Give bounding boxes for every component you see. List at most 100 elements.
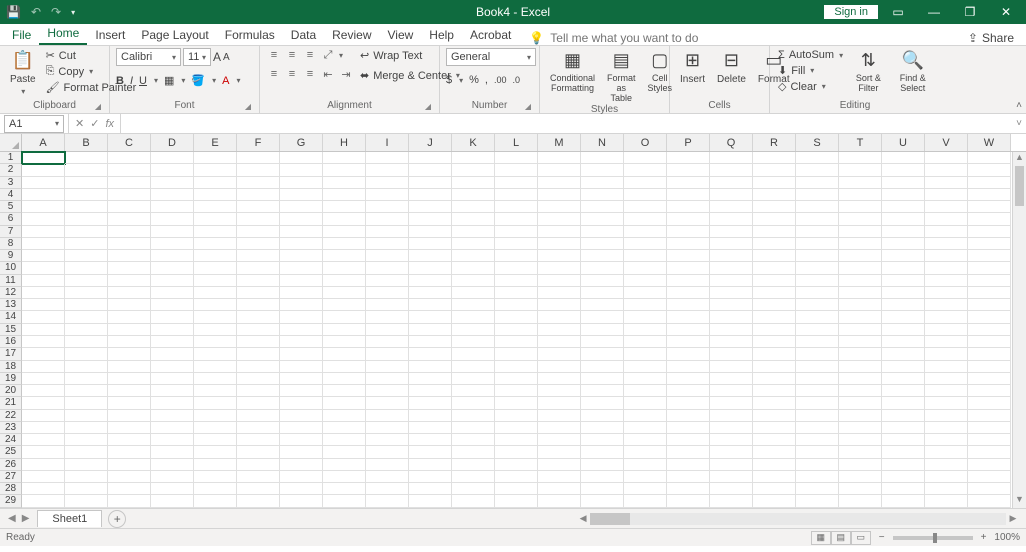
cell[interactable] xyxy=(882,348,925,360)
cell[interactable] xyxy=(409,238,452,250)
cell[interactable] xyxy=(151,459,194,471)
cell[interactable] xyxy=(882,324,925,336)
cell[interactable] xyxy=(796,226,839,238)
cell[interactable] xyxy=(581,397,624,409)
cell[interactable] xyxy=(710,177,753,189)
cell[interactable] xyxy=(624,275,667,287)
align-right-icon[interactable]: ≡ xyxy=(302,67,318,81)
column-header[interactable]: W xyxy=(968,134,1011,151)
cell[interactable] xyxy=(882,287,925,299)
cell[interactable] xyxy=(925,324,968,336)
cell[interactable] xyxy=(495,152,538,164)
cell[interactable] xyxy=(796,250,839,262)
cell[interactable] xyxy=(409,324,452,336)
cell[interactable] xyxy=(753,483,796,495)
cell[interactable] xyxy=(882,177,925,189)
cell[interactable] xyxy=(925,483,968,495)
row-header[interactable]: 28 xyxy=(0,483,22,495)
collapse-ribbon-icon[interactable]: ˄ xyxy=(1016,100,1022,111)
tab-help[interactable]: Help xyxy=(421,25,462,45)
cell[interactable] xyxy=(366,495,409,507)
cell[interactable] xyxy=(753,385,796,397)
cell[interactable] xyxy=(237,348,280,360)
cell[interactable] xyxy=(839,336,882,348)
cell[interactable] xyxy=(409,189,452,201)
cell[interactable] xyxy=(108,397,151,409)
cell[interactable] xyxy=(753,275,796,287)
format-as-table-button[interactable]: ▤Format as Table xyxy=(603,48,640,104)
cell[interactable] xyxy=(452,164,495,176)
cell[interactable] xyxy=(538,311,581,323)
cell[interactable] xyxy=(452,299,495,311)
cell[interactable] xyxy=(839,361,882,373)
cell[interactable] xyxy=(667,287,710,299)
row-header[interactable]: 4 xyxy=(0,189,22,201)
cell[interactable] xyxy=(667,164,710,176)
cell[interactable] xyxy=(22,213,65,225)
cell[interactable] xyxy=(452,495,495,507)
cell[interactable] xyxy=(710,262,753,274)
increase-decimal-icon[interactable]: .00 xyxy=(494,75,507,85)
column-header[interactable]: T xyxy=(839,134,882,151)
cell[interactable] xyxy=(796,201,839,213)
cell[interactable] xyxy=(667,446,710,458)
cell[interactable] xyxy=(667,336,710,348)
cell[interactable] xyxy=(65,483,108,495)
tab-review[interactable]: Review xyxy=(324,25,379,45)
cell[interactable] xyxy=(710,336,753,348)
cell[interactable] xyxy=(581,324,624,336)
cell[interactable] xyxy=(194,164,237,176)
clear-button[interactable]: ◇Clear▾ xyxy=(776,79,845,94)
cell[interactable] xyxy=(624,201,667,213)
cell[interactable] xyxy=(194,361,237,373)
cell[interactable] xyxy=(366,361,409,373)
cell[interactable] xyxy=(237,238,280,250)
cell[interactable] xyxy=(409,446,452,458)
cell[interactable] xyxy=(753,164,796,176)
cell[interactable] xyxy=(22,311,65,323)
cell[interactable] xyxy=(22,299,65,311)
cell[interactable] xyxy=(194,373,237,385)
cell[interactable] xyxy=(194,348,237,360)
cell[interactable] xyxy=(323,373,366,385)
cell[interactable] xyxy=(495,238,538,250)
cell[interactable] xyxy=(151,275,194,287)
align-middle-icon[interactable]: ≡ xyxy=(284,48,300,62)
cell[interactable] xyxy=(495,311,538,323)
cell[interactable] xyxy=(323,213,366,225)
cell[interactable] xyxy=(581,495,624,507)
cell[interactable] xyxy=(108,275,151,287)
cell[interactable] xyxy=(452,201,495,213)
page-layout-view-icon[interactable]: ▤ xyxy=(831,531,851,545)
cell[interactable] xyxy=(495,422,538,434)
cell[interactable] xyxy=(753,336,796,348)
cell[interactable] xyxy=(968,422,1011,434)
cell[interactable] xyxy=(968,483,1011,495)
cell[interactable] xyxy=(968,226,1011,238)
cell[interactable] xyxy=(581,299,624,311)
cell[interactable] xyxy=(925,434,968,446)
cell[interactable] xyxy=(280,434,323,446)
cell[interactable] xyxy=(22,410,65,422)
cell[interactable] xyxy=(538,434,581,446)
cell[interactable] xyxy=(194,397,237,409)
comma-icon[interactable]: , xyxy=(485,74,488,86)
column-header[interactable]: G xyxy=(280,134,323,151)
cell[interactable] xyxy=(624,385,667,397)
cell[interactable] xyxy=(323,164,366,176)
cell[interactable] xyxy=(237,226,280,238)
cell[interactable] xyxy=(237,324,280,336)
cell[interactable] xyxy=(968,299,1011,311)
cell[interactable] xyxy=(839,397,882,409)
cell[interactable] xyxy=(280,189,323,201)
cell[interactable] xyxy=(495,348,538,360)
cell[interactable] xyxy=(366,287,409,299)
cell[interactable] xyxy=(151,434,194,446)
normal-view-icon[interactable]: ▦ xyxy=(811,531,831,545)
expand-formula-bar-icon[interactable]: ˅ xyxy=(1012,118,1026,129)
cell[interactable] xyxy=(968,459,1011,471)
cell[interactable] xyxy=(280,177,323,189)
cell[interactable] xyxy=(882,336,925,348)
cell[interactable] xyxy=(538,373,581,385)
cell[interactable] xyxy=(151,397,194,409)
